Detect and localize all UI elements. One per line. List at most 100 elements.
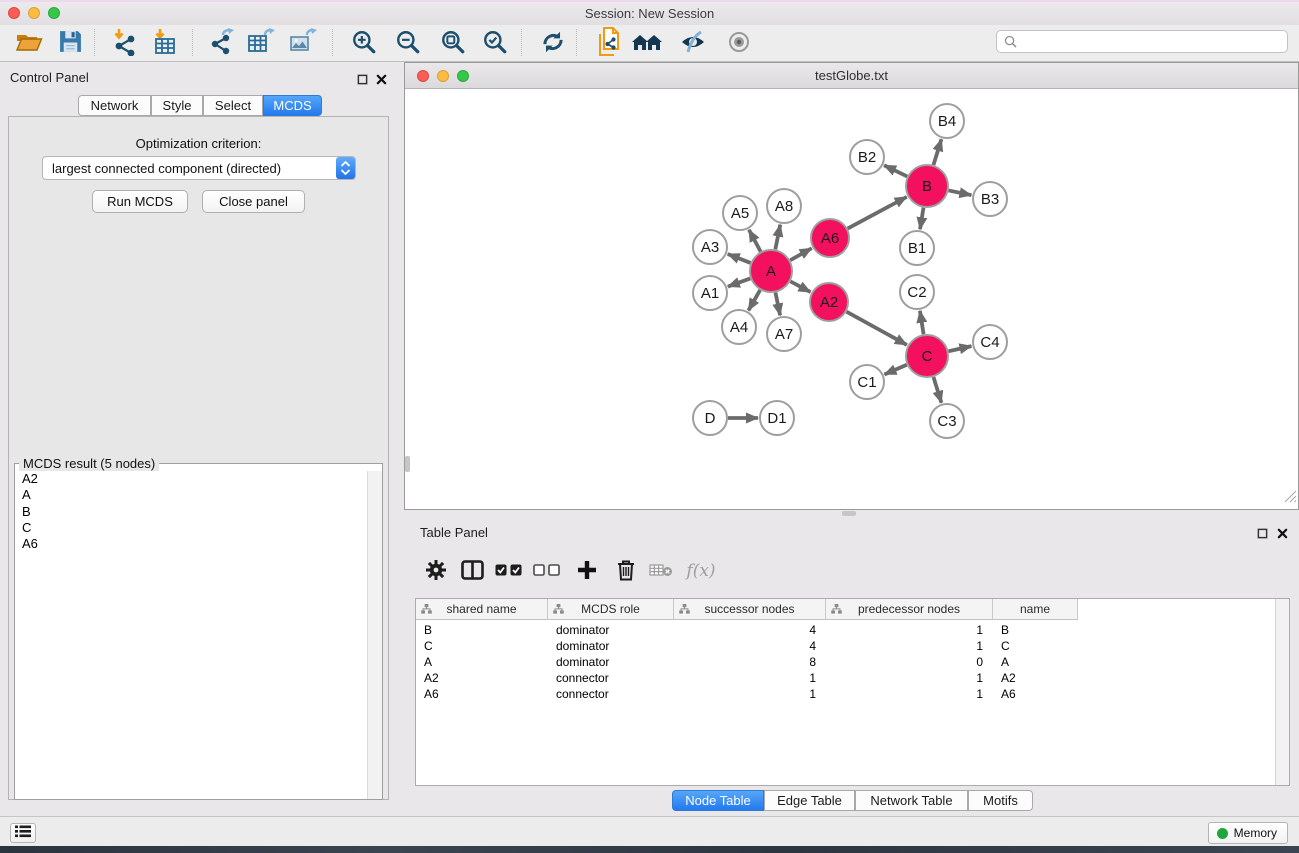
run-mcds-button[interactable]: Run MCDS xyxy=(92,190,188,213)
tab-motifs[interactable]: Motifs xyxy=(968,790,1033,811)
window-resize-grip[interactable] xyxy=(1284,490,1297,508)
search-input[interactable] xyxy=(1021,34,1287,50)
graph-edge-A6-B[interactable] xyxy=(848,197,907,229)
deselect-all-columns-button[interactable] xyxy=(531,556,561,586)
mcds-list-scrollbar[interactable] xyxy=(367,471,382,799)
open-folder-icon xyxy=(15,30,43,57)
select-all-columns-button[interactable] xyxy=(493,556,523,586)
mcds-result-item[interactable]: B xyxy=(15,504,368,520)
tab-select[interactable]: Select xyxy=(203,95,263,116)
mcds-result-item[interactable]: A2 xyxy=(15,471,368,487)
graph-edge-C-C1[interactable] xyxy=(884,365,906,375)
first-neighbors-button[interactable] xyxy=(630,28,664,58)
hide-selected-button[interactable] xyxy=(676,28,710,58)
save-session-button[interactable] xyxy=(53,28,87,58)
graph-edge-B-B1[interactable] xyxy=(920,208,923,230)
table-row[interactable]: Cdominator41C xyxy=(416,638,1078,654)
table-scrollbar[interactable] xyxy=(1275,599,1289,785)
float-table-panel-button[interactable] xyxy=(1255,526,1269,540)
graph-edge-C-C3[interactable] xyxy=(933,377,941,403)
graph-edge-B-B4[interactable] xyxy=(933,139,941,165)
graph-edge-C-C2[interactable] xyxy=(920,311,924,334)
table-cell: 1 xyxy=(826,623,993,637)
save-icon xyxy=(58,29,83,57)
close-panel-action-button[interactable]: Close panel xyxy=(202,190,305,213)
graph-edge-A-A5[interactable] xyxy=(749,230,761,252)
refresh-view-button[interactable] xyxy=(536,28,570,58)
graph-edge-A-A7[interactable] xyxy=(775,293,780,316)
column-header-successor-nodes[interactable]: successor nodes xyxy=(674,599,826,620)
delete-column-button[interactable] xyxy=(611,556,641,586)
column-header-MCDS-role[interactable]: MCDS role xyxy=(548,599,674,620)
open-session-button[interactable] xyxy=(12,28,46,58)
zoom-selected-button[interactable] xyxy=(478,28,512,58)
mcds-result-box: MCDS result (5 nodes) A2ABCA6 xyxy=(14,463,383,800)
table-cell: 8 xyxy=(674,655,826,669)
table-row[interactable]: Adominator80A xyxy=(416,654,1078,670)
export-table-button[interactable] xyxy=(244,28,278,58)
export-network-button[interactable] xyxy=(206,28,240,58)
graph-edge-A-A1[interactable] xyxy=(728,278,750,286)
graph-edge-C-C4[interactable] xyxy=(948,346,971,351)
column-header-shared-name[interactable]: shared name xyxy=(416,599,548,620)
column-header-predecessor-nodes[interactable]: predecessor nodes xyxy=(826,599,993,620)
tab-style[interactable]: Style xyxy=(151,95,203,116)
zoom-selected-icon xyxy=(482,29,508,58)
graph-node-label: A4 xyxy=(730,319,748,336)
close-panel-button[interactable] xyxy=(374,72,388,86)
horizontal-scrollbar-thumb[interactable] xyxy=(842,511,856,516)
mcds-result-item[interactable]: C xyxy=(15,520,368,536)
graph-edge-A-A6[interactable] xyxy=(790,248,811,260)
delete-table-button[interactable] xyxy=(646,556,676,586)
export-network-icon xyxy=(209,28,237,59)
table-row[interactable]: A2connector11A2 xyxy=(416,670,1078,686)
zoom-in-button[interactable] xyxy=(347,28,381,58)
mcds-result-item[interactable]: A xyxy=(15,487,368,503)
table-row[interactable]: Bdominator41B xyxy=(416,622,1078,638)
vertical-scrollbar-thumb[interactable] xyxy=(405,456,410,472)
optimization-criterion-label: Optimization criterion: xyxy=(8,136,389,151)
graph-edge-B-B3[interactable] xyxy=(949,190,972,195)
tab-edge-table[interactable]: Edge Table xyxy=(764,790,855,811)
graph-edge-A-A3[interactable] xyxy=(728,254,751,263)
tab-network-table[interactable]: Network Table xyxy=(855,790,968,811)
refresh-icon xyxy=(540,29,566,58)
graph-edge-A-A2[interactable] xyxy=(790,281,810,292)
graph-node-label: D1 xyxy=(767,410,786,427)
clone-network-button[interactable] xyxy=(594,28,628,58)
memory-status-icon xyxy=(1217,828,1228,839)
import-table-button[interactable] xyxy=(148,28,182,58)
show-panels-button[interactable] xyxy=(10,823,36,843)
tab-node-table[interactable]: Node Table xyxy=(672,790,764,811)
show-all-button[interactable] xyxy=(722,28,756,58)
function-builder-button[interactable]: f(x) xyxy=(680,556,722,586)
close-table-panel-button[interactable] xyxy=(1275,526,1289,540)
graph-edge-B-B2[interactable] xyxy=(884,165,907,176)
column-selector-button[interactable] xyxy=(457,556,487,586)
export-image-button[interactable] xyxy=(286,28,320,58)
mcds-result-item[interactable]: A6 xyxy=(15,536,368,552)
column-header-label: MCDS role xyxy=(581,602,640,616)
graph-node-label: C2 xyxy=(907,284,926,301)
eye-slash-icon xyxy=(679,29,707,58)
table-row[interactable]: A6connector11A6 xyxy=(416,686,1078,702)
add-column-button[interactable] xyxy=(572,556,602,586)
zoom-in-icon xyxy=(351,29,377,58)
column-header-name[interactable]: name xyxy=(993,599,1078,620)
network-window-titlebar[interactable]: testGlobe.txt xyxy=(405,63,1298,89)
table-settings-button[interactable] xyxy=(421,556,451,586)
zoom-out-button[interactable] xyxy=(391,28,425,58)
memory-button[interactable]: Memory xyxy=(1208,822,1288,844)
graph-edge-A-A8[interactable] xyxy=(775,225,780,250)
zoom-fit-button[interactable] xyxy=(436,28,470,58)
optimization-criterion-select[interactable]: largest connected component (directed) xyxy=(42,156,356,180)
function-icon: f(x) xyxy=(686,561,715,581)
float-panel-button[interactable] xyxy=(355,72,369,86)
graph-node-label: C3 xyxy=(937,413,956,430)
tab-mcds[interactable]: MCDS xyxy=(263,95,322,116)
network-canvas[interactable]: B4B2BB3A8A5A6A3B1AC2A1A2A4A7C4CC1C3DD1 xyxy=(405,89,1298,509)
graph-edge-A2-C[interactable] xyxy=(847,312,907,345)
tab-network[interactable]: Network xyxy=(78,95,151,116)
graph-edge-A-A4[interactable] xyxy=(748,290,760,310)
import-network-button[interactable] xyxy=(108,28,142,58)
